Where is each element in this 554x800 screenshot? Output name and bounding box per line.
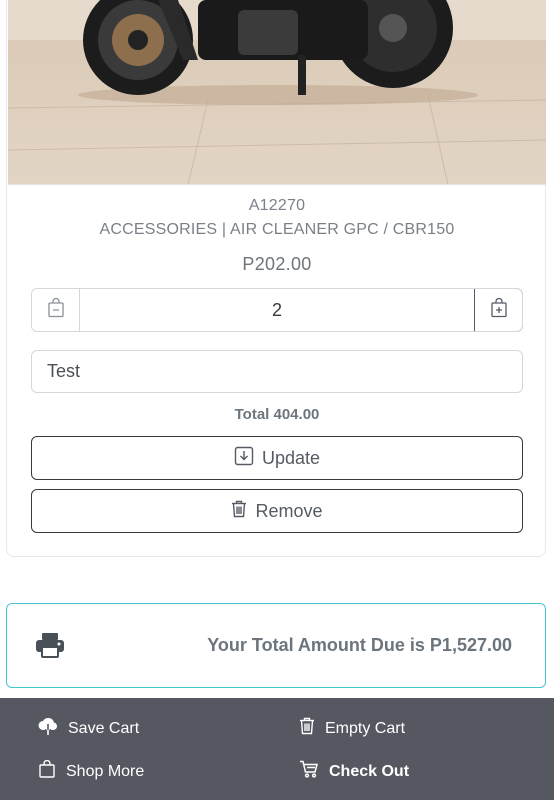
amount-due-panel: Your Total Amount Due is P1,527.00 <box>6 603 546 688</box>
check-out-button[interactable]: Check Out <box>299 760 409 783</box>
bag-minus-icon <box>47 297 65 323</box>
cart-footer-bar: Save Cart Empty Cart Shop More Check Out <box>0 698 554 800</box>
trash-icon <box>299 717 315 740</box>
save-cart-button[interactable]: Save Cart <box>38 717 139 740</box>
empty-cart-label: Empty Cart <box>325 719 406 737</box>
item-note-input[interactable] <box>31 350 523 393</box>
shopping-bag-icon <box>38 759 56 783</box>
check-out-label: Check Out <box>329 762 410 780</box>
cart-item-card: A12270 ACCESSORIES | AIR CLEANER GPC / C… <box>6 0 546 557</box>
remove-label: Remove <box>255 500 323 521</box>
trash-icon <box>231 500 247 523</box>
save-cart-label: Save Cart <box>68 719 140 737</box>
empty-cart-button[interactable]: Empty Cart <box>299 717 405 740</box>
bag-plus-icon <box>490 297 508 323</box>
product-name: ACCESSORIES | AIR CLEANER GPC / CBR150 <box>99 221 455 238</box>
product-image <box>8 0 546 185</box>
printer-icon[interactable] <box>35 632 65 663</box>
shop-more-button[interactable]: Shop More <box>38 759 145 783</box>
product-sku: A12270 <box>248 197 306 214</box>
remove-button[interactable]: Remove <box>31 489 523 533</box>
item-total: Total 404.00 <box>234 406 320 423</box>
quantity-stepper: 2 <box>31 288 523 332</box>
shop-more-label: Shop More <box>66 762 145 780</box>
decrease-quantity-button[interactable] <box>32 289 80 331</box>
quantity-value[interactable]: 2 <box>80 289 474 331</box>
update-button[interactable]: Update <box>31 436 523 480</box>
cloud-download-icon <box>38 717 58 740</box>
increase-quantity-button[interactable] <box>474 289 522 331</box>
total-amount-due: Your Total Amount Due is P1,527.00 <box>207 635 512 655</box>
download-box-icon <box>234 446 254 471</box>
update-label: Update <box>261 447 321 468</box>
cart-icon <box>299 760 319 783</box>
product-price: P202.00 <box>242 254 312 274</box>
